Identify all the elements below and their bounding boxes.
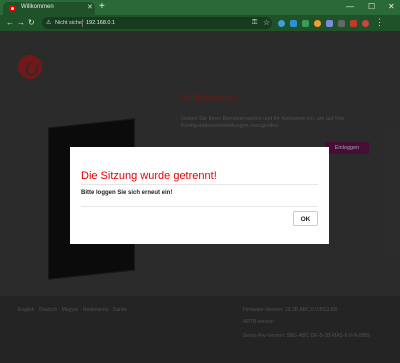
close-window-button[interactable]: ✕ (388, 1, 395, 13)
browser-tab[interactable]: Willkommen ✕ (3, 2, 95, 15)
extension-icon-3[interactable] (302, 20, 309, 27)
session-dialog: Die Sitzung wurde getrennt! Bitte loggen… (70, 147, 329, 244)
back-button[interactable]: ← (6, 18, 14, 28)
new-tab-button[interactable]: + (99, 1, 105, 13)
extension-icon-4[interactable] (314, 20, 321, 27)
tab-close-icon[interactable]: ✕ (87, 3, 93, 11)
browser-toolbar: ← → ↻ ⚠ Nicht sicher 192.168.0.1 ⚿ ☆ ⋮ (0, 15, 400, 31)
vodafone-favicon-icon (9, 5, 16, 12)
menu-icon[interactable]: ⋮ (375, 17, 384, 27)
key-icon[interactable]: ⚿ (252, 19, 257, 26)
divider (82, 19, 83, 27)
browser-titlebar: Willkommen ✕ + — ☐ ✕ (0, 0, 400, 15)
tab-title: Willkommen (21, 4, 54, 10)
maximize-button[interactable]: ☐ (368, 1, 375, 13)
star-icon[interactable]: ☆ (263, 18, 270, 27)
extension-icon-5[interactable] (326, 20, 333, 27)
ok-button[interactable]: OK (293, 211, 318, 226)
dialog-title: Die Sitzung wurde getrennt! (81, 170, 217, 182)
url-text[interactable]: 192.168.0.1 (86, 20, 115, 26)
minimize-button[interactable]: — (346, 1, 354, 13)
extension-icon-1[interactable] (278, 20, 285, 27)
dialog-message: Bitte loggen Sie sich erneut ein! (81, 190, 173, 196)
dialog-divider (81, 206, 318, 207)
extension-icon-7[interactable] (350, 20, 357, 27)
reload-button[interactable]: ↻ (28, 18, 35, 28)
dialog-divider (81, 184, 318, 185)
security-label[interactable]: Nicht sicher (55, 20, 84, 26)
warning-icon[interactable]: ⚠ (46, 19, 51, 26)
profile-avatar[interactable] (362, 20, 369, 27)
forward-button[interactable]: → (17, 18, 25, 28)
extension-icon-2[interactable] (290, 20, 297, 27)
address-bar[interactable]: ⚠ Nicht sicher 192.168.0.1 (42, 17, 272, 29)
extension-icon-6[interactable] (338, 20, 345, 27)
